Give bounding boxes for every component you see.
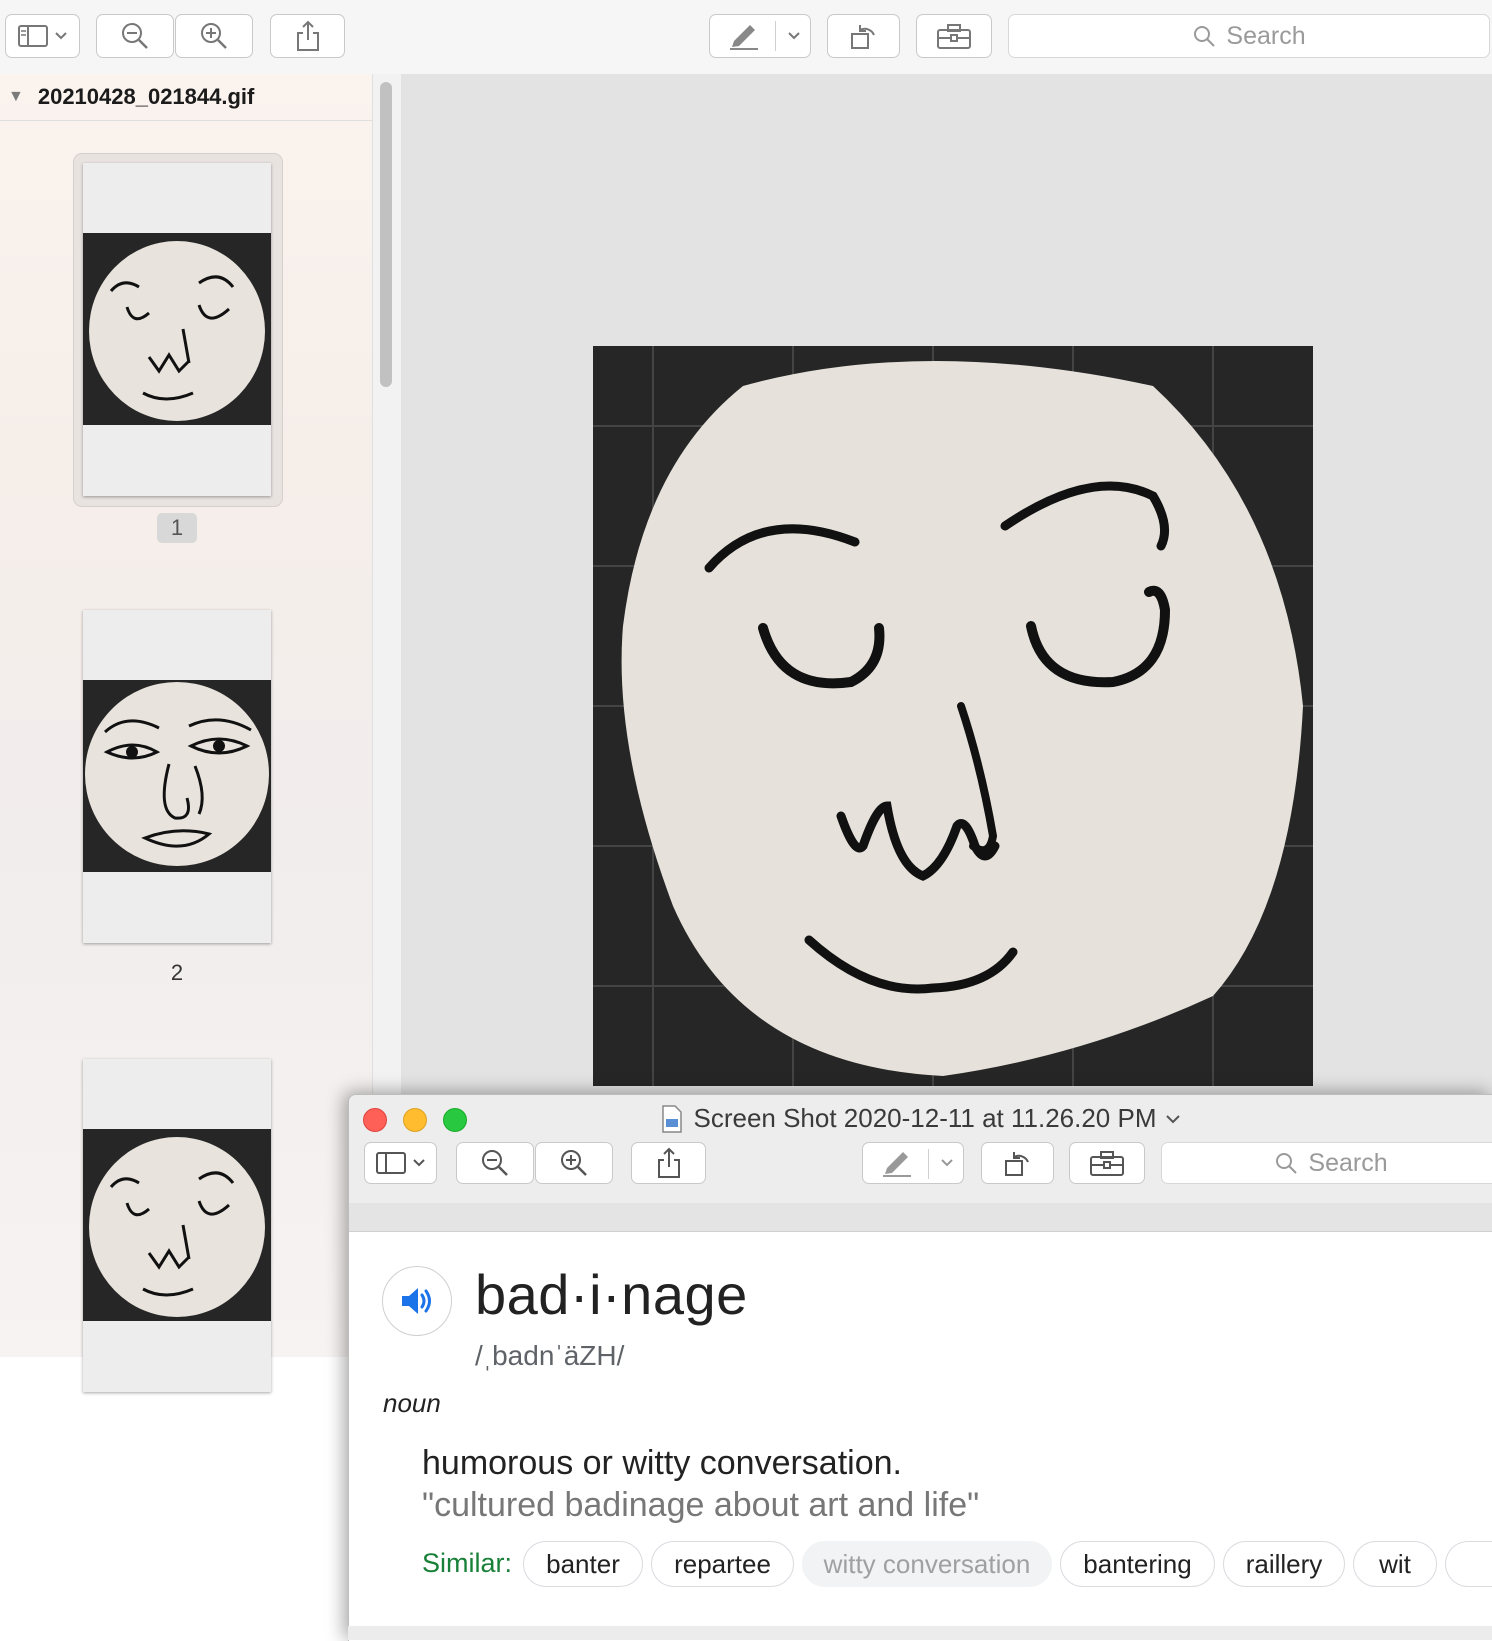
back-toolbar: Search	[0, 0, 1492, 75]
definition-text: humorous or witty conversation.	[422, 1444, 902, 1482]
main-face-image	[593, 346, 1313, 1086]
chevron-down-icon	[54, 31, 68, 41]
share-button[interactable]	[631, 1142, 706, 1184]
chevron-down-icon	[940, 1158, 954, 1168]
similar-label: Similar:	[422, 1548, 513, 1578]
similar-chip[interactable]: wit	[1353, 1541, 1437, 1587]
markup-pen-icon	[728, 21, 760, 51]
rotate-icon	[1002, 1148, 1034, 1178]
thumbnail-image	[83, 1129, 271, 1321]
markup-button[interactable]	[709, 14, 811, 58]
front-search-field[interactable]: Search	[1161, 1142, 1492, 1184]
rotate-button[interactable]	[981, 1142, 1054, 1184]
search-icon	[1192, 24, 1216, 48]
sidebar-toggle-icon	[375, 1151, 406, 1175]
part-of-speech: noun	[383, 1388, 441, 1418]
page-number-1: 1	[157, 513, 197, 543]
markup-pen-icon	[881, 1148, 913, 1178]
disclosure-triangle-icon[interactable]: ▼	[8, 88, 24, 106]
similar-chip[interactable]: bantering	[1060, 1541, 1215, 1587]
share-icon	[295, 20, 321, 52]
share-icon	[656, 1147, 682, 1179]
sidebar-file-header[interactable]: ▼ 20210428_021844.gif	[0, 74, 372, 121]
sidebar-toggle-button[interactable]	[364, 1142, 437, 1184]
preview-window-front: Screen Shot 2020-12-11 at 11.26.20 PM Se…	[348, 1094, 1492, 1641]
toolbox-icon	[936, 22, 972, 50]
page-thumbnail-2[interactable]	[83, 610, 271, 943]
pronounce-button[interactable]	[382, 1266, 452, 1336]
chevron-down-icon	[412, 1158, 426, 1168]
similar-chip[interactable]: witty conversation	[802, 1541, 1052, 1587]
zoom-in-button[interactable]	[175, 14, 253, 58]
similar-chip[interactable]: repartee	[651, 1541, 794, 1587]
sidebar-toggle-icon	[17, 24, 48, 48]
zoom-in-icon	[559, 1148, 589, 1178]
chevron-down-icon[interactable]	[1165, 1113, 1181, 1125]
similar-chip[interactable]: banter	[523, 1541, 643, 1587]
zoom-out-button[interactable]	[456, 1142, 534, 1184]
thumbnail-sidebar: ▼ 20210428_021844.gif 1 2	[0, 74, 373, 1392]
thumbnail-image	[83, 233, 271, 425]
back-search-field[interactable]: Search	[1008, 14, 1490, 58]
sidebar-scrollbar-thumb[interactable]	[380, 82, 392, 387]
similar-chip[interactable]: raillery	[1223, 1541, 1345, 1587]
front-titlebar[interactable]: Screen Shot 2020-12-11 at 11.26.20 PM Se…	[349, 1095, 1492, 1204]
thumbnail-image	[83, 680, 271, 872]
zoom-out-icon	[480, 1148, 510, 1178]
toolbox-button[interactable]	[916, 14, 992, 58]
markup-button[interactable]	[862, 1142, 964, 1184]
rotate-button[interactable]	[827, 14, 900, 58]
document-icon	[661, 1104, 683, 1133]
similar-chip-partial[interactable]	[1445, 1541, 1492, 1587]
window-title-text: Screen Shot 2020-12-11 at 11.26.20 PM	[693, 1103, 1157, 1133]
search-placeholder: Search	[1226, 21, 1306, 50]
rotate-icon	[848, 21, 880, 51]
toolbox-button[interactable]	[1069, 1142, 1145, 1184]
search-icon	[1274, 1151, 1298, 1175]
front-window-bottom-edge	[348, 1626, 1492, 1640]
sidebar-toggle-button[interactable]	[5, 14, 80, 58]
dictionary-card: bad·i·nage /ˌbadnˈäZH/ noun humorous or …	[349, 1232, 1492, 1641]
zoom-out-icon	[120, 21, 150, 51]
zoom-in-button[interactable]	[535, 1142, 613, 1184]
content-top-strip	[349, 1203, 1492, 1232]
pronunciation: /ˌbadnˈäZH/	[475, 1340, 625, 1371]
zoom-out-button[interactable]	[96, 14, 174, 58]
split-divider	[928, 1149, 929, 1179]
page-thumbnail-1[interactable]	[83, 163, 271, 496]
page-thumbnail-3[interactable]	[83, 1059, 271, 1392]
page-number-2: 2	[170, 960, 184, 985]
example-sentence: "cultured badinage about art and life"	[422, 1486, 980, 1524]
preview-window-back: Search ▼ 20210428_021844.gif 1 2	[0, 0, 1492, 1392]
toolbox-icon	[1089, 1149, 1125, 1177]
share-button[interactable]	[270, 14, 345, 58]
file-name: 20210428_021844.gif	[37, 84, 255, 109]
headword: bad·i·nage	[475, 1263, 748, 1326]
split-divider	[775, 21, 776, 51]
speaker-icon	[399, 1285, 435, 1317]
window-title[interactable]: Screen Shot 2020-12-11 at 11.26.20 PM	[349, 1103, 1492, 1134]
zoom-in-icon	[199, 21, 229, 51]
search-placeholder: Search	[1308, 1148, 1388, 1177]
chevron-down-icon	[787, 31, 801, 41]
